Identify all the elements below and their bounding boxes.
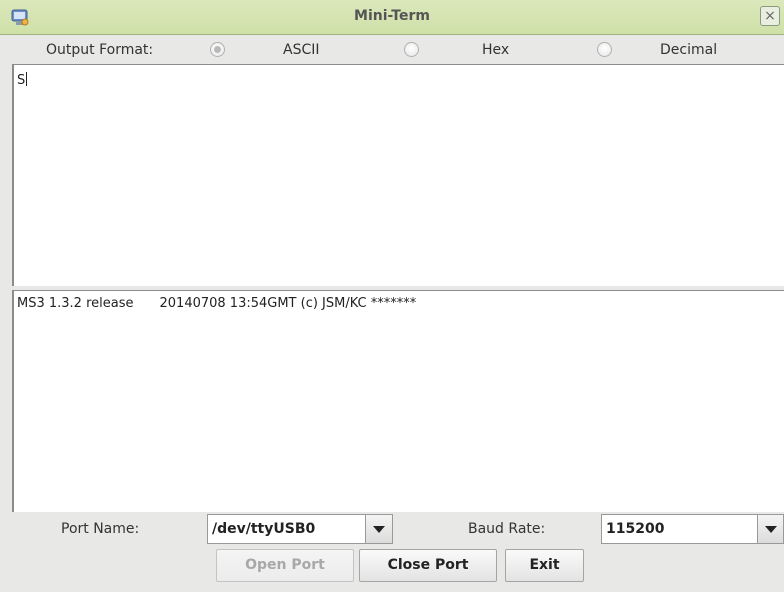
decimal-radio-icon[interactable] [597,42,612,57]
exit-button[interactable]: Exit [505,549,584,582]
close-window-button[interactable]: × [760,6,780,26]
output-textarea[interactable]: MS3 1.3.2 release 20140708 13:54GMT (c) J… [12,290,784,512]
input-textarea[interactable]: S [12,64,784,286]
output-line-part-1: MS3 1.3.2 release [17,296,134,311]
port-settings-row: Port Name: /dev/ttyUSB0 Baud Rate: 11520… [0,514,784,546]
output-line: MS3 1.3.2 release 20140708 13:54GMT (c) J… [17,296,416,311]
title-bar[interactable]: Mini-Term × [0,0,784,35]
baud-rate-select[interactable]: 115200 [601,514,784,544]
output-format-bar: Output Format: ASCII Hex Decimal [0,35,784,63]
baud-rate-value: 115200 [606,521,665,537]
mini-term-window: Mini-Term × Output Format: ASCII Hex Dec… [0,0,784,592]
baud-dropdown-arrow-icon[interactable] [757,515,783,543]
output-line-part-2: 20140708 13:54GMT (c) JSM/KC ******* [159,296,417,311]
hex-radio-label[interactable]: Hex [482,42,509,58]
port-dropdown-arrow-icon[interactable] [365,515,392,543]
ascii-radio-label[interactable]: ASCII [283,42,320,58]
text-caret [26,72,28,86]
port-name-value: /dev/ttyUSB0 [212,521,316,537]
hex-radio-icon[interactable] [404,42,419,57]
output-format-label: Output Format: [46,42,154,58]
decimal-radio-label[interactable]: Decimal [660,42,717,58]
input-text-value: S [17,73,26,88]
port-name-label: Port Name: [61,521,140,537]
ascii-radio-icon[interactable] [210,42,225,57]
action-buttons: Open Port Close Port Exit [0,549,784,583]
close-port-button[interactable]: Close Port [359,549,497,582]
window-title: Mini-Term [354,8,430,24]
port-name-select[interactable]: /dev/ttyUSB0 [207,514,393,544]
input-text: S [17,72,28,88]
baud-rate-label: Baud Rate: [468,521,546,537]
open-port-button[interactable]: Open Port [216,549,354,582]
